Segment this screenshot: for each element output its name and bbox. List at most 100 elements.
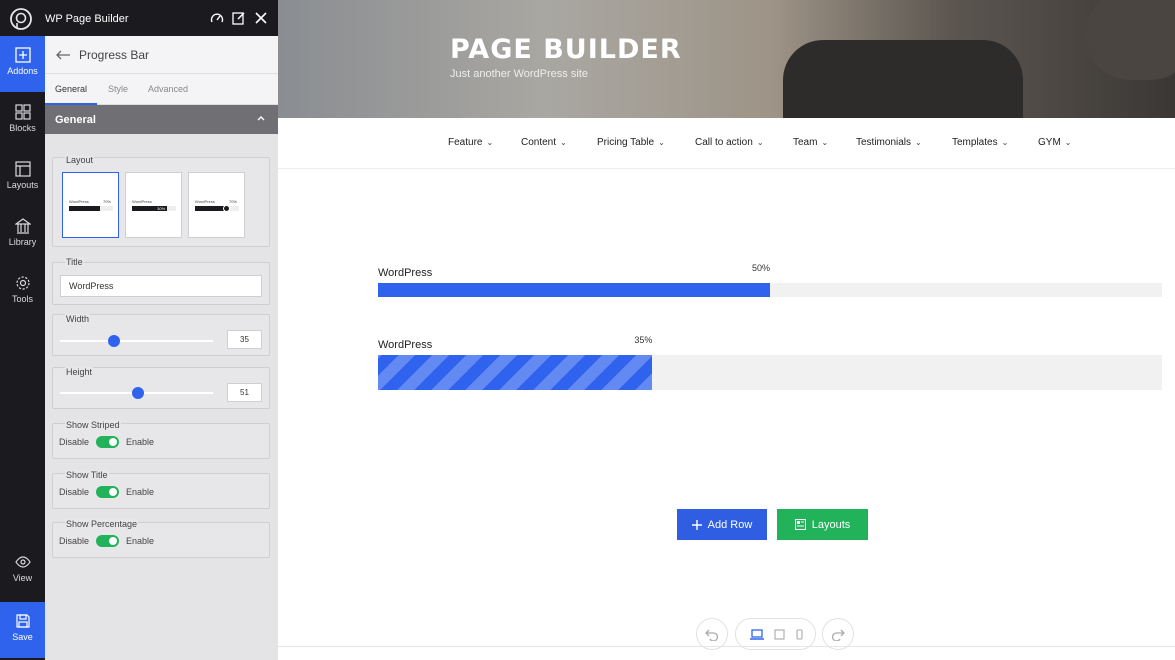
show-percentage-toggle[interactable] <box>96 535 120 547</box>
nav-item-team[interactable]: Team ⌄ <box>793 137 828 148</box>
layout-card-bar <box>195 205 239 212</box>
section-general-header[interactable]: General <box>45 105 278 134</box>
site-tagline: Just another WordPress site <box>450 68 588 80</box>
progress-bar-percent: 35% <box>634 335 653 345</box>
blocks-icon <box>14 104 31 120</box>
canvas-bottom-border <box>278 646 1175 647</box>
hero-plant-pot-image <box>783 40 1023 118</box>
layout-option-2[interactable]: WordPress 30% <box>125 172 182 238</box>
nav-item-call-to-action[interactable]: Call to action ⌄ <box>695 137 764 148</box>
title-label: Title <box>65 257 84 267</box>
progress-bar-fill <box>378 355 653 390</box>
width-slider[interactable] <box>60 335 213 347</box>
nav-item-templates[interactable]: Templates ⌄ <box>952 137 1008 148</box>
tab-style[interactable]: Style <box>108 84 128 94</box>
nav-item-testimonials[interactable]: Testimonials ⌄ <box>856 137 922 148</box>
rail-label-addons: Addons <box>7 66 38 76</box>
title-input[interactable] <box>60 275 262 297</box>
rail-label-tools: Tools <box>11 294 33 304</box>
nav-label: Feature <box>448 137 483 148</box>
rail-item-tools[interactable]: Tools <box>0 264 45 320</box>
redo-icon <box>831 629 845 641</box>
back-arrow-icon[interactable] <box>55 50 71 60</box>
toggle-off-label: Disable <box>59 437 90 447</box>
tab-general[interactable]: General <box>55 84 87 94</box>
site-nav: Feature ⌄ Content ⌄ Pricing Table ⌄ Call to… <box>278 118 1175 169</box>
rail-item-addons[interactable]: Addons <box>0 36 45 92</box>
site-header-hero: PAGE BUILDER Just another WordPress site <box>278 0 1175 118</box>
mobile-icon[interactable] <box>796 629 803 640</box>
show-striped-toggle[interactable] <box>96 436 120 448</box>
layout-label: Layout <box>65 155 95 165</box>
nav-label: Call to action <box>695 137 753 148</box>
plus-icon <box>691 519 702 530</box>
rail-item-library[interactable]: Library <box>0 207 45 263</box>
section-title: General <box>55 113 96 126</box>
nav-label: Templates <box>952 137 998 148</box>
edit-icon[interactable] <box>232 11 246 25</box>
toggle-on-label: Enable <box>126 437 155 447</box>
left-rail: Addons Blocks Layouts Library Tools View… <box>0 0 45 660</box>
settings-panel: WP Page Builder Progress Bar General Sty… <box>45 0 278 660</box>
nav-item-pricing-table[interactable]: Pricing Table ⌄ <box>597 137 665 148</box>
hero-background-blur <box>1085 0 1175 80</box>
nav-item-content[interactable]: Content ⌄ <box>521 137 567 148</box>
nav-label: Team <box>793 137 818 148</box>
layout-option-1[interactable]: WordPress 70% <box>62 172 119 238</box>
height-slider[interactable] <box>60 387 213 399</box>
height-value-box[interactable]: 51 <box>227 383 262 402</box>
nav-label: GYM <box>1038 137 1061 148</box>
show-title-toggle[interactable] <box>96 486 120 498</box>
layouts-button[interactable]: Layouts <box>777 509 868 540</box>
chevron-up-icon <box>257 116 265 121</box>
nav-item-gym[interactable]: GYM ⌄ <box>1038 137 1071 148</box>
plus-square-icon <box>14 47 31 63</box>
rail-item-view[interactable]: View <box>0 543 45 599</box>
layout-card-title: WordPress <box>69 199 89 204</box>
eye-icon <box>14 556 31 568</box>
desktop-icon[interactable] <box>750 629 764 641</box>
nav-item-feature[interactable]: Feature ⌄ <box>448 137 493 148</box>
progress-bar-fill <box>378 283 770 297</box>
rail-item-save[interactable]: Save <box>0 602 45 658</box>
chevron-down-icon: ⌄ <box>821 138 829 147</box>
chevron-down-icon: ⌄ <box>560 138 567 147</box>
rail-item-layouts[interactable]: Layouts <box>0 150 45 206</box>
close-icon[interactable] <box>254 11 268 25</box>
add-row-button[interactable]: Add Row <box>677 509 767 540</box>
chevron-down-icon: ⌄ <box>915 138 922 147</box>
chevron-down-icon: ⌄ <box>1064 138 1072 147</box>
width-slider-thumb[interactable] <box>107 335 120 347</box>
layout-card-pct: 70% <box>228 199 237 204</box>
panel-header: Progress Bar <box>45 36 278 74</box>
progress-bar-percent: 50% <box>752 263 771 273</box>
toggle-on-label: Enable <box>126 536 155 546</box>
width-group: Width 35 <box>52 314 270 356</box>
width-value-box[interactable]: 35 <box>227 330 262 349</box>
show-percentage-group: Show Percentage Disable Enable <box>52 519 270 558</box>
rail-item-blocks[interactable]: Blocks <box>0 93 45 149</box>
site-title[interactable]: PAGE BUILDER <box>450 34 682 65</box>
chevron-down-icon: ⌄ <box>658 138 665 147</box>
show-percentage-label: Show Percentage <box>65 519 139 529</box>
layouts-label: Layouts <box>811 518 851 531</box>
tab-advanced[interactable]: Advanced <box>148 84 188 94</box>
width-label: Width <box>65 314 91 324</box>
chevron-down-icon: ⌄ <box>1001 138 1009 147</box>
panel-titlebar: WP Page Builder <box>45 0 278 36</box>
layout-card-bar <box>69 206 113 211</box>
app-logo-icon <box>10 8 32 30</box>
height-slider-thumb[interactable] <box>132 387 145 399</box>
progress-bar-track <box>378 283 1162 297</box>
layout-option-3[interactable]: WordPress 70% <box>188 172 245 238</box>
layouts-icon <box>794 519 806 530</box>
toggle-off-label: Disable <box>59 536 90 546</box>
tablet-icon[interactable] <box>774 629 785 640</box>
gear-icon <box>15 276 30 290</box>
height-group: Height 51 <box>52 367 270 409</box>
speedometer-icon[interactable] <box>210 11 224 25</box>
chevron-down-icon: ⌄ <box>486 138 494 147</box>
library-icon <box>14 218 31 234</box>
height-label: Height <box>65 367 94 377</box>
add-row-label: Add Row <box>707 518 753 531</box>
